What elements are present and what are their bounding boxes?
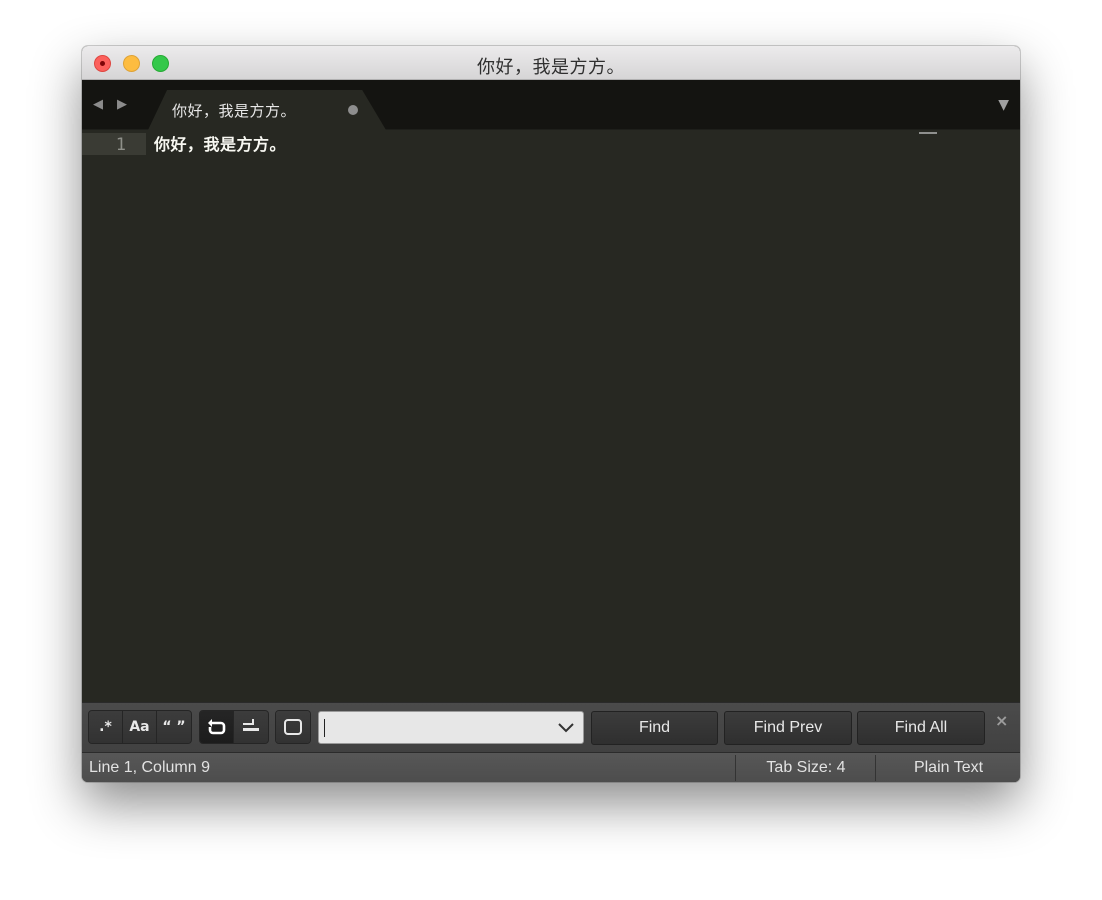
find-mode-group bbox=[199, 710, 269, 744]
in-selection-toggle[interactable] bbox=[234, 711, 268, 743]
cursor-position: Line 1, Column 9 bbox=[89, 759, 210, 776]
nav-back-icon[interactable]: ◀ bbox=[93, 97, 103, 112]
wrap-toggle[interactable] bbox=[200, 711, 234, 743]
find-input[interactable] bbox=[318, 711, 584, 744]
editor-window: 你好，我是方方。 ◀ ▶ 你好，我是方方。 ▼ 1 你好，我是方方。 .* Aa… bbox=[82, 46, 1020, 782]
tab-label: 你好，我是方方。 bbox=[172, 102, 297, 120]
editor-area[interactable]: 1 你好，我是方方。 bbox=[82, 130, 1020, 702]
whole-word-toggle[interactable]: “ ” bbox=[157, 711, 191, 743]
title-bar: 你好，我是方方。 bbox=[82, 46, 1020, 80]
find-button[interactable]: Find bbox=[591, 711, 718, 745]
window-title: 你好，我是方方。 bbox=[477, 57, 625, 78]
text-caret bbox=[324, 719, 325, 737]
tab-bar: ◀ ▶ 你好，我是方方。 ▼ bbox=[82, 80, 1020, 130]
tab-active[interactable]: 你好，我是方方。 bbox=[148, 90, 386, 130]
current-line-gutter: 1 bbox=[82, 133, 146, 155]
status-divider bbox=[735, 755, 736, 781]
highlight-box-icon bbox=[284, 719, 302, 735]
code-line[interactable]: 你好，我是方方。 bbox=[154, 131, 286, 155]
nav-forward-icon[interactable]: ▶ bbox=[117, 97, 127, 112]
highlight-group bbox=[275, 710, 311, 744]
wrap-icon bbox=[207, 719, 225, 735]
line-number: 1 bbox=[115, 135, 126, 155]
tab-overflow-menu-icon[interactable]: ▼ bbox=[998, 97, 1009, 113]
chevron-down-icon[interactable] bbox=[557, 718, 575, 738]
find-options-group: .* Aa “ ” bbox=[88, 710, 192, 744]
highlight-matches-toggle[interactable] bbox=[276, 711, 310, 743]
status-bar: Line 1, Column 9 Tab Size: 4 Plain Text bbox=[82, 752, 1020, 782]
close-find-panel-icon[interactable]: × bbox=[995, 711, 1008, 730]
syntax-selector[interactable]: Plain Text bbox=[877, 759, 1020, 777]
find-prev-button[interactable]: Find Prev bbox=[724, 711, 852, 745]
case-sensitive-toggle[interactable]: Aa bbox=[123, 711, 157, 743]
regex-toggle[interactable]: .* bbox=[89, 711, 123, 743]
unsaved-dot-icon[interactable] bbox=[348, 105, 358, 115]
status-divider bbox=[875, 755, 876, 781]
find-all-button[interactable]: Find All bbox=[857, 711, 985, 745]
in-selection-icon bbox=[243, 719, 259, 731]
tab-size-selector[interactable]: Tab Size: 4 bbox=[737, 759, 875, 777]
find-panel: .* Aa “ ” Find Find Prev Find All × bbox=[82, 702, 1020, 752]
minimap[interactable] bbox=[919, 132, 937, 134]
